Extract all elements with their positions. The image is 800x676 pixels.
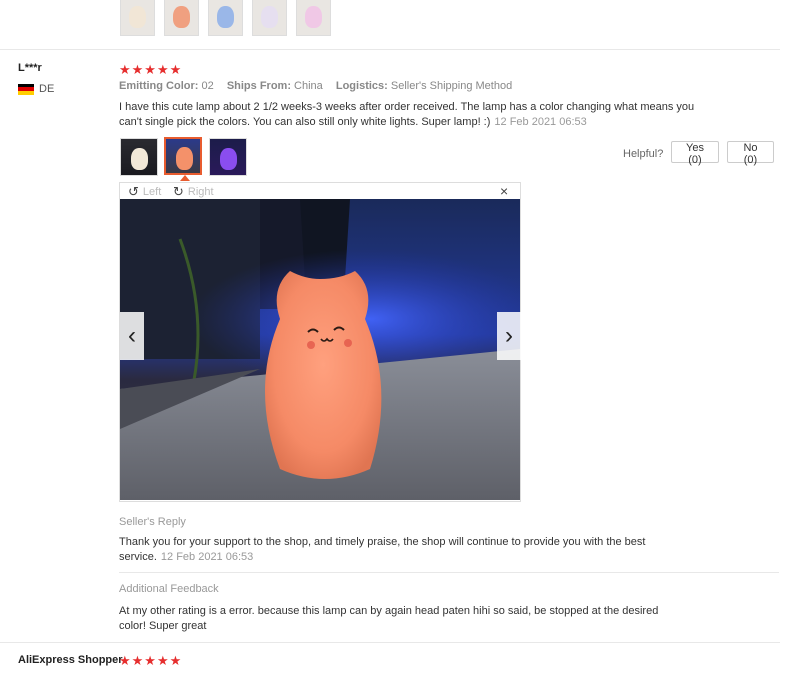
lamp-photo (120, 199, 520, 500)
previous-review-thumbnails (120, 0, 331, 36)
seller-reply-block: Thank you for your support to the shop, … (119, 535, 679, 565)
review-text: I have this cute lamp about 2 1/2 weeks-… (119, 101, 695, 128)
review-photo-thumbnail[interactable] (120, 138, 158, 176)
review-photo-thumbnail[interactable] (120, 0, 155, 36)
selected-indicator (180, 175, 190, 181)
logistics-value: Seller's Shipping Method (390, 80, 513, 92)
rotate-left-label: Left (142, 186, 162, 198)
ships-from-value: China (294, 80, 323, 92)
country-code: DE (39, 83, 55, 95)
seller-reply-date: 12 Feb 2021 06:53 (160, 551, 254, 563)
logistics-label: Logistics: (335, 80, 388, 92)
review-meta: Emitting Color: 02 Ships From: China Log… (119, 80, 512, 92)
review-photo-thumbnail[interactable] (208, 0, 243, 36)
previous-image-button[interactable]: ‹ (120, 312, 144, 360)
review-photo-thumbnail[interactable] (209, 138, 247, 176)
germany-flag-icon (18, 83, 34, 95)
next-image-button[interactable]: › (497, 312, 521, 360)
review-photo-thumbnail[interactable] (296, 0, 331, 36)
rotate-left-button[interactable]: ↺ Left (128, 184, 161, 200)
reviewer-country: DE (18, 83, 54, 95)
star-rating: ★★★★★ (119, 653, 183, 668)
close-viewer-button[interactable]: × (500, 183, 508, 199)
reviewer-name: AliExpress Shopper (18, 654, 123, 666)
star-rating: ★★★★★ (119, 62, 183, 77)
helpful-yes-button[interactable]: Yes (0) (671, 141, 719, 166)
color-value: 02 (201, 80, 214, 92)
helpful-no-button[interactable]: No (0) (727, 141, 774, 166)
review-photo-large (120, 199, 520, 500)
divider (119, 572, 779, 573)
color-label: Emitting Color: (119, 80, 199, 92)
review-text-block: I have this cute lamp about 2 1/2 weeks-… (119, 100, 704, 130)
divider (0, 642, 780, 643)
rotate-right-icon: ↻ (173, 184, 184, 199)
review-date: 12 Feb 2021 06:53 (494, 116, 587, 128)
review-photo-thumbnail[interactable] (252, 0, 287, 36)
rotate-left-icon: ↺ (128, 184, 139, 199)
additional-feedback-label: Additional Feedback (119, 583, 219, 595)
reviewer-name: L***r (18, 62, 42, 74)
divider (0, 49, 780, 50)
review-photo-thumbnail[interactable] (164, 0, 199, 36)
review-photo-thumbnail-selected[interactable] (164, 137, 202, 175)
additional-feedback-text: At my other rating is a error. because t… (119, 605, 659, 632)
rotate-right-label: Right (187, 186, 214, 198)
rotate-right-button[interactable]: ↻ Right (173, 184, 214, 200)
ships-from-label: Ships From: (226, 80, 291, 92)
seller-reply-label: Seller's Reply (119, 516, 186, 528)
helpful-label: Helpful? (623, 148, 664, 160)
